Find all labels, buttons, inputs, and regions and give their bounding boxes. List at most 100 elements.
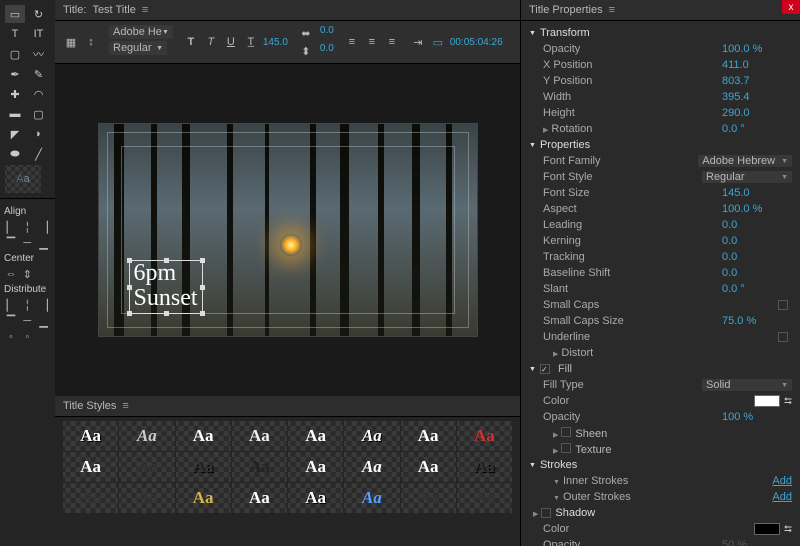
center-v[interactable]: ⇕: [20, 267, 34, 281]
val-fontfam[interactable]: Adobe Hebrew: [698, 155, 792, 167]
align-hcenter[interactable]: ╎: [20, 220, 34, 234]
line-tool[interactable]: ╱: [29, 145, 49, 163]
underline-icon[interactable]: U: [223, 34, 239, 50]
leading-field[interactable]: 0.0: [320, 43, 334, 59]
anchor-tool[interactable]: ✎: [29, 65, 49, 83]
align-right-icon[interactable]: ≡: [384, 34, 400, 50]
italic-icon[interactable]: T: [203, 34, 219, 50]
add-anchor-tool[interactable]: ✚: [5, 85, 25, 103]
add-inner-stroke[interactable]: Add: [772, 475, 792, 487]
val-ypos[interactable]: 803.7: [722, 75, 792, 87]
align-bottom[interactable]: ▁: [37, 236, 51, 250]
handle-br[interactable]: [200, 311, 205, 316]
font-style-select[interactable]: Regular▼: [109, 41, 167, 55]
align-right[interactable]: ▕: [37, 220, 51, 234]
dist-5[interactable]: ─: [20, 314, 34, 328]
dist-7[interactable]: ◦: [4, 330, 18, 344]
style-swatch-8[interactable]: Aa: [63, 452, 118, 482]
style-swatch-10[interactable]: Aa: [176, 452, 231, 482]
styles-menu-icon[interactable]: ≡: [122, 400, 128, 412]
area-type-tool[interactable]: ▢: [5, 45, 25, 63]
chk-smallcaps[interactable]: [778, 300, 788, 310]
title-text-line2[interactable]: Sunset: [134, 286, 198, 311]
template-icon[interactable]: ▦: [63, 34, 79, 50]
chk-shadow[interactable]: [541, 508, 551, 518]
convert-tool[interactable]: ◠: [29, 85, 49, 103]
section-fill[interactable]: Fill: [521, 361, 800, 377]
chk-texture[interactable]: [561, 443, 571, 453]
dist-4[interactable]: ▔: [4, 314, 18, 328]
handle-tm[interactable]: [164, 258, 169, 263]
section-distort[interactable]: Distort: [553, 347, 792, 359]
title-text-line1[interactable]: 6pm: [134, 261, 198, 286]
style-swatch-2[interactable]: Aa: [176, 421, 231, 451]
align-top[interactable]: ▔: [4, 236, 18, 250]
val-width[interactable]: 395.4: [722, 91, 792, 103]
style-swatch-5[interactable]: Aa: [344, 421, 399, 451]
props-menu-icon[interactable]: ≡: [609, 4, 615, 16]
font-family-select[interactable]: Adobe He▼: [109, 25, 173, 39]
dist-2[interactable]: ╎: [20, 298, 34, 312]
bold-icon[interactable]: T: [183, 34, 199, 50]
style-swatch-6[interactable]: Aa: [401, 421, 456, 451]
rotate-tool[interactable]: ↻: [29, 5, 49, 23]
center-h[interactable]: ⇔: [4, 267, 18, 281]
arc-tool[interactable]: ◗: [29, 125, 49, 143]
chk-underline[interactable]: [778, 332, 788, 342]
val-opacity[interactable]: 100.0 %: [722, 43, 792, 55]
eyedropper-icon[interactable]: ⮀: [784, 396, 792, 407]
style-swatch-23[interactable]: Aa: [457, 483, 512, 513]
ellipse-tool[interactable]: ⬬: [5, 145, 25, 163]
pen-tool[interactable]: ✒: [5, 65, 25, 83]
chk-sheen[interactable]: [561, 427, 571, 437]
align-left-icon[interactable]: ≡: [344, 34, 360, 50]
handle-bl[interactable]: [127, 311, 132, 316]
style-swatch-11[interactable]: Aa: [232, 452, 287, 482]
style-swatch-22[interactable]: Aa: [401, 483, 456, 513]
dist-8[interactable]: ◦: [20, 330, 34, 344]
val-baseline[interactable]: 0.0: [722, 267, 792, 279]
kerning-field[interactable]: 0.0: [320, 25, 334, 41]
val-fontsty[interactable]: Regular: [702, 171, 792, 183]
val-xpos[interactable]: 411.0: [722, 59, 792, 71]
style-swatch-18[interactable]: Aa: [176, 483, 231, 513]
dist-3[interactable]: ▕: [37, 298, 51, 312]
video-icon[interactable]: ▭: [430, 34, 446, 50]
chk-fill[interactable]: [540, 364, 550, 374]
path-type-tool[interactable]: 〰: [29, 45, 49, 63]
vertical-type-tool[interactable]: IT: [29, 25, 49, 43]
title-canvas[interactable]: 6pm Sunset: [98, 123, 478, 337]
type-tool[interactable]: T: [5, 25, 25, 43]
section-shadow[interactable]: [533, 507, 541, 519]
style-swatch-3[interactable]: Aa: [232, 421, 287, 451]
roll-icon[interactable]: ↕: [83, 34, 99, 50]
font-size-field[interactable]: 145.0: [263, 37, 288, 48]
val-smallcapssize[interactable]: 75.0 %: [722, 315, 792, 327]
val-height[interactable]: 290.0: [722, 107, 792, 119]
style-swatch-21[interactable]: Aa: [344, 483, 399, 513]
handle-mr[interactable]: [200, 285, 205, 290]
eyedropper-icon-2[interactable]: ⮀: [784, 524, 792, 535]
val-rotation[interactable]: 0.0 °: [722, 123, 792, 135]
val-fontsize[interactable]: 145.0: [722, 187, 792, 199]
style-swatch-4[interactable]: Aa: [288, 421, 343, 451]
section-transform[interactable]: Transform: [521, 25, 800, 41]
val-aspect[interactable]: 100.0 %: [722, 203, 792, 215]
style-swatch-19[interactable]: Aa: [232, 483, 287, 513]
val-slant[interactable]: 0.0 °: [722, 283, 792, 295]
lbl-rotation[interactable]: Rotation: [543, 123, 722, 135]
fill-color-swatch[interactable]: [754, 395, 780, 407]
panel-menu-icon[interactable]: ≡: [142, 4, 148, 16]
section-texture[interactable]: Texture: [553, 443, 792, 456]
selection-tool[interactable]: ▭: [5, 5, 25, 23]
align-vcenter[interactable]: ─: [20, 236, 34, 250]
align-left[interactable]: ▏: [4, 220, 18, 234]
val-kerning[interactable]: 0.0: [722, 235, 792, 247]
val-tracking[interactable]: 0.0: [722, 251, 792, 263]
handle-ml[interactable]: [127, 285, 132, 290]
align-center-icon[interactable]: ≡: [364, 34, 380, 50]
wedge-tool[interactable]: ◤: [5, 125, 25, 143]
style-swatch-13[interactable]: Aa: [344, 452, 399, 482]
handle-tr[interactable]: [200, 258, 205, 263]
section-inner[interactable]: Inner Strokes: [553, 475, 772, 487]
